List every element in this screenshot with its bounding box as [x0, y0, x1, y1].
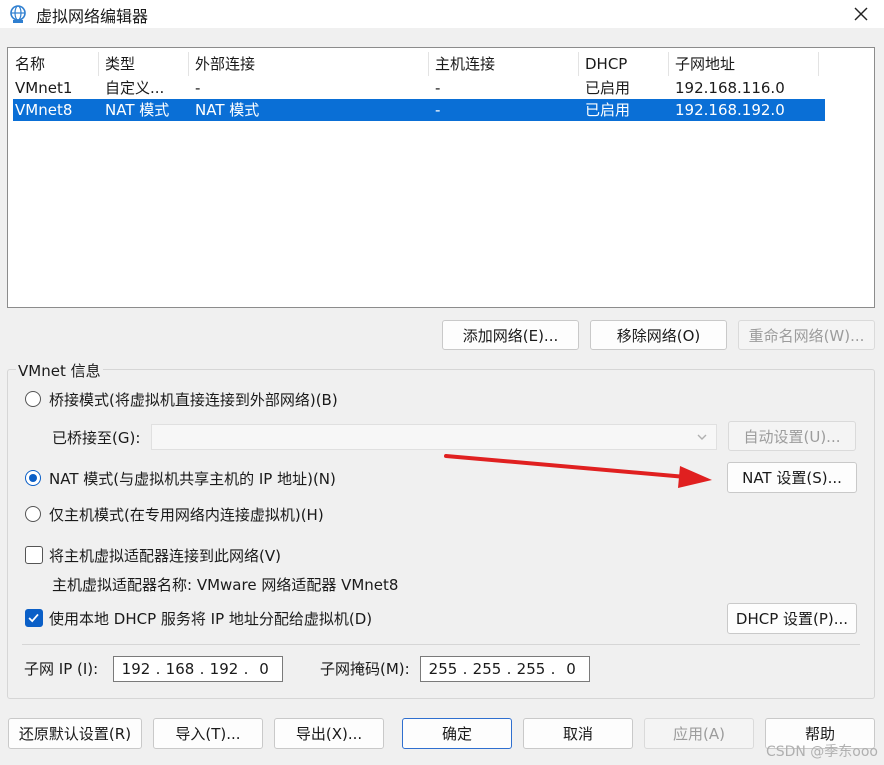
column-divider[interactable] — [428, 52, 429, 76]
network-list[interactable]: 名称 类型 外部连接 主机连接 DHCP 子网地址 VMnet1 自定义... … — [7, 47, 875, 308]
host-only-radio[interactable] — [25, 506, 41, 522]
column-header-subnet[interactable]: 子网地址 — [675, 52, 735, 76]
mask-octet: 255 — [428, 660, 458, 678]
close-icon — [854, 7, 868, 21]
bridged-to-label: 已桥接至(G): — [52, 429, 141, 447]
host-only-label[interactable]: 仅主机模式(在专用网络内连接虚拟机)(H) — [49, 504, 324, 525]
cell-subnet: 192.168.192.0 — [675, 101, 785, 119]
mask-octet: 0 — [566, 660, 576, 678]
restore-defaults-button[interactable]: 还原默认设置(R) — [8, 718, 142, 749]
column-divider[interactable] — [818, 52, 819, 76]
dhcp-checkbox[interactable] — [25, 609, 43, 627]
ip-dot: . — [243, 660, 249, 678]
cancel-button[interactable]: 取消 — [523, 718, 633, 749]
cell-external: - — [195, 79, 201, 97]
ok-button[interactable]: 确定 — [402, 718, 512, 749]
close-button[interactable] — [838, 0, 884, 28]
subnet-ip-label: 子网 IP (I): — [24, 660, 99, 678]
cell-name: VMnet8 — [15, 101, 73, 119]
table-row-selected[interactable]: VMnet8 NAT 模式 NAT 模式 - 已启用 192.168.192.0 — [13, 99, 825, 121]
remove-network-button[interactable]: 移除网络(O) — [590, 320, 727, 350]
bridge-mode-radio[interactable] — [25, 391, 41, 407]
adapter-name-text: 主机虚拟适配器名称: VMware 网络适配器 VMnet8 — [52, 576, 399, 594]
connect-adapter-label[interactable]: 将主机虚拟适配器连接到此网络(V) — [49, 545, 281, 566]
column-header-dhcp[interactable]: DHCP — [585, 52, 627, 76]
subnet-ip-input[interactable]: 192 . 168 . 192 . 0 — [113, 656, 283, 682]
ip-dot: . — [199, 660, 205, 678]
nat-mode-radio[interactable] — [25, 470, 41, 486]
column-divider[interactable] — [578, 52, 579, 76]
column-divider[interactable] — [98, 52, 99, 76]
checkmark-icon — [28, 613, 39, 623]
globe-icon — [10, 5, 26, 23]
cell-type: 自定义... — [105, 79, 165, 97]
cell-dhcp: 已启用 — [585, 101, 631, 119]
cell-type: NAT 模式 — [105, 101, 170, 119]
export-button[interactable]: 导出(X)... — [274, 718, 384, 749]
column-header-host[interactable]: 主机连接 — [435, 52, 495, 76]
cell-subnet: 192.168.116.0 — [675, 79, 785, 97]
column-header-external[interactable]: 外部连接 — [195, 52, 255, 76]
cell-host: - — [435, 79, 441, 97]
annotation-arrow-icon — [444, 454, 712, 488]
ip-octet: 0 — [259, 660, 269, 678]
cell-name: VMnet1 — [15, 79, 73, 97]
cell-external: NAT 模式 — [195, 101, 260, 119]
mask-dot: . — [462, 660, 468, 678]
import-button[interactable]: 导入(T)... — [153, 718, 263, 749]
vmnet-info-label: VMnet 信息 — [16, 360, 103, 381]
rename-network-button[interactable]: 重命名网络(W)... — [738, 320, 875, 350]
window-title: 虚拟网络编辑器 — [36, 7, 149, 26]
apply-button[interactable]: 应用(A) — [644, 718, 754, 749]
ip-octet: 192 — [209, 660, 239, 678]
bridge-mode-label[interactable]: 桥接模式(将虚拟机直接连接到外部网络)(B) — [49, 389, 338, 410]
vmnet-info-group — [7, 369, 875, 699]
cell-dhcp: 已启用 — [585, 79, 631, 97]
column-divider[interactable] — [188, 52, 189, 76]
column-header-name[interactable]: 名称 — [15, 52, 45, 76]
dhcp-label[interactable]: 使用本地 DHCP 服务将 IP 地址分配给虚拟机(D) — [49, 608, 372, 629]
table-row[interactable]: VMnet1 自定义... - - 已启用 192.168.116.0 — [13, 77, 825, 99]
column-divider[interactable] — [668, 52, 669, 76]
mask-dot: . — [550, 660, 556, 678]
add-network-button[interactable]: 添加网络(E)... — [442, 320, 579, 350]
column-header-type[interactable]: 类型 — [105, 52, 135, 76]
divider — [22, 644, 860, 645]
bridged-to-select[interactable] — [151, 424, 717, 450]
nat-settings-button[interactable]: NAT 设置(S)... — [727, 462, 857, 493]
ip-octet: 192 — [121, 660, 151, 678]
chevron-down-icon — [697, 434, 707, 440]
ip-octet: 168 — [165, 660, 195, 678]
nat-mode-label[interactable]: NAT 模式(与虚拟机共享主机的 IP 地址)(N) — [49, 468, 336, 489]
subnet-mask-input[interactable]: 255 . 255 . 255 . 0 — [420, 656, 590, 682]
dhcp-settings-button[interactable]: DHCP 设置(P)... — [727, 603, 857, 634]
connect-adapter-checkbox[interactable] — [25, 546, 43, 564]
cell-host: - — [435, 101, 441, 119]
mask-dot: . — [506, 660, 512, 678]
subnet-mask-label: 子网掩码(M): — [320, 660, 410, 678]
mask-octet: 255 — [516, 660, 546, 678]
mask-octet: 255 — [472, 660, 502, 678]
ip-dot: . — [155, 660, 161, 678]
auto-settings-button[interactable]: 自动设置(U)... — [728, 421, 856, 451]
watermark: CSDN @季东ooo — [765, 744, 878, 760]
